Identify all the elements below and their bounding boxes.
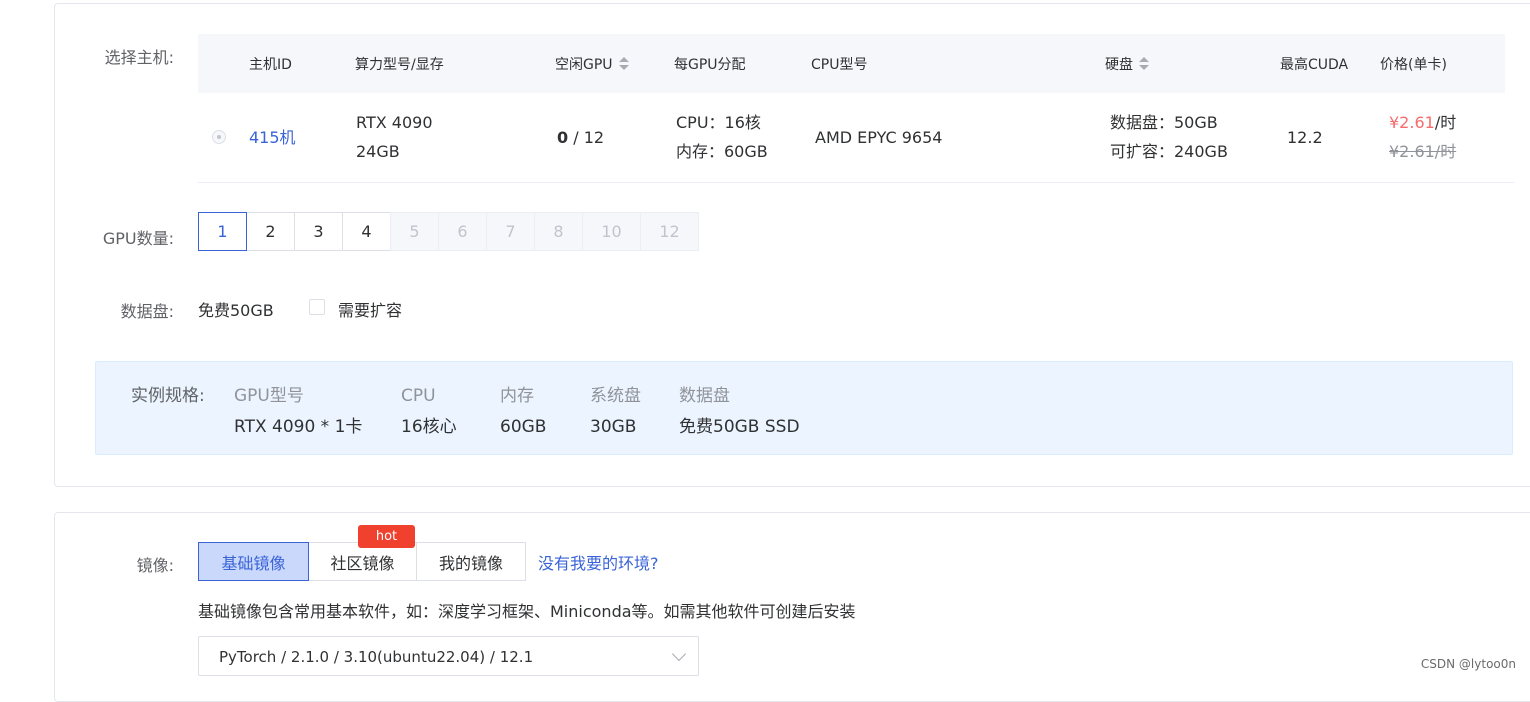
- spec-label: 实例规格:: [131, 386, 205, 406]
- spec-data-header: 数据盘: [679, 386, 730, 406]
- idle-gpu-value: 0 / 12: [557, 123, 604, 152]
- col-price: 价格(单卡): [1380, 57, 1447, 73]
- idle-total: / 12: [568, 128, 605, 147]
- spec-cpu: CPU 16核心: [401, 381, 457, 443]
- col-gpu-model: 算力型号/显存: [355, 57, 444, 73]
- spec-cpu-header: CPU: [401, 386, 436, 406]
- col-cpu-model: CPU型号: [811, 57, 868, 73]
- spec-mem-value: 60GB: [500, 417, 547, 437]
- spec-mem: 内存 60GB: [500, 381, 546, 443]
- col-per-gpu: 每GPU分配: [674, 57, 746, 73]
- spec-sys-header: 系统盘: [590, 386, 641, 406]
- price-value: ¥2.61/时: [1389, 108, 1456, 137]
- cuda-value: 12.2: [1287, 128, 1323, 147]
- col-disk-label: 硬盘: [1105, 57, 1133, 73]
- gpu-count-label: GPU数量:: [102, 229, 174, 248]
- host-name-link[interactable]: 415机: [249, 123, 296, 152]
- gpu-count-option: 10: [582, 212, 641, 251]
- expand-checkbox[interactable]: [309, 299, 325, 315]
- sort-icon[interactable]: [618, 57, 629, 71]
- cpu-alloc-value: CPU：16核: [676, 113, 761, 132]
- spec-data-value: 免费50GB SSD: [679, 417, 800, 437]
- expandable-value: 可扩容：240GB: [1110, 142, 1228, 161]
- original-price: ¥2.61/时: [1389, 142, 1457, 161]
- price-unit: /时: [1434, 113, 1457, 132]
- host-select-label: 选择主机:: [104, 48, 174, 67]
- gpu-count-option: 7: [486, 212, 535, 251]
- col-idle-gpu[interactable]: 空闲GPU: [555, 54, 629, 74]
- spec-gpu: GPU型号 RTX 4090 * 1卡: [234, 381, 362, 443]
- gpu-count-option: 5: [390, 212, 439, 251]
- expand-label[interactable]: 需要扩容: [338, 297, 402, 321]
- gpu-count-group: 1 2 3 4 5 6 7 8 10 12: [198, 212, 699, 251]
- price-amount: ¥2.61: [1389, 113, 1435, 132]
- col-max-cuda: 最高CUDA: [1280, 57, 1349, 73]
- gpu-count-option[interactable]: 1: [198, 212, 247, 251]
- tab-basic-image[interactable]: 基础镜像: [198, 542, 309, 581]
- image-description: 基础镜像包含常用基本软件，如：深度学习框架、Miniconda等。如需其他软件可…: [198, 602, 856, 621]
- sort-icon[interactable]: [1139, 57, 1149, 71]
- idle-count: 0: [557, 128, 569, 147]
- cpu-model-value: AMD EPYC 9654: [815, 128, 943, 147]
- col-host-id: 主机ID: [249, 57, 292, 73]
- image-select-value: PyTorch / 2.1.0 / 3.10(ubuntu22.04) / 12…: [219, 648, 534, 666]
- spec-data-disk: 数据盘 免费50GB SSD: [679, 381, 800, 443]
- host-table-header: 主机ID 算力型号/显存 空闲GPU 每GPU分配 CPU型号 硬盘 最高CUD…: [198, 34, 1505, 93]
- image-select[interactable]: PyTorch / 2.1.0 / 3.10(ubuntu22.04) / 12…: [198, 636, 699, 676]
- spec-cpu-value: 16核心: [401, 417, 457, 437]
- image-label: 镜像:: [136, 556, 174, 575]
- gpu-count-option[interactable]: 2: [246, 212, 295, 251]
- missing-env-link[interactable]: 没有我要的环境?: [538, 550, 659, 574]
- tab-my-image[interactable]: 我的镜像: [416, 542, 526, 581]
- spec-gpu-header: GPU型号: [234, 386, 304, 406]
- spec-gpu-value: RTX 4090 * 1卡: [234, 417, 363, 437]
- gpu-model-value: RTX 4090: [356, 113, 433, 132]
- gpu-count-option: 8: [534, 212, 583, 251]
- spec-sys-disk: 系统盘 30GB: [590, 381, 641, 443]
- watermark: CSDN @lytoo0n: [1420, 657, 1516, 671]
- host-radio[interactable]: [212, 130, 226, 144]
- chevron-down-icon[interactable]: [671, 646, 687, 662]
- col-idle-gpu-label: 空闲GPU: [555, 57, 613, 73]
- instance-spec-box: 实例规格: GPU型号 RTX 4090 * 1卡 CPU 16核心 内存 60…: [95, 361, 1513, 455]
- spec-mem-header: 内存: [500, 386, 534, 406]
- mem-alloc-value: 内存：60GB: [676, 142, 768, 161]
- hot-badge: hot: [358, 525, 415, 548]
- col-disk[interactable]: 硬盘: [1105, 54, 1149, 74]
- gpu-count-option: 12: [640, 212, 699, 251]
- gpu-count-option[interactable]: 4: [342, 212, 391, 251]
- free-disk-text: 免费50GB: [198, 301, 274, 320]
- host-table-row[interactable]: 415机 RTX 4090 24GB 0 / 12 CPU：16核 内存：60G…: [198, 94, 1514, 183]
- data-disk-value: 数据盘：50GB: [1110, 113, 1218, 132]
- gpu-count-option: 6: [438, 212, 487, 251]
- data-disk-label: 数据盘:: [120, 302, 174, 321]
- spec-sys-value: 30GB: [590, 417, 637, 437]
- gpu-count-option[interactable]: 3: [294, 212, 343, 251]
- vram-value: 24GB: [356, 142, 400, 161]
